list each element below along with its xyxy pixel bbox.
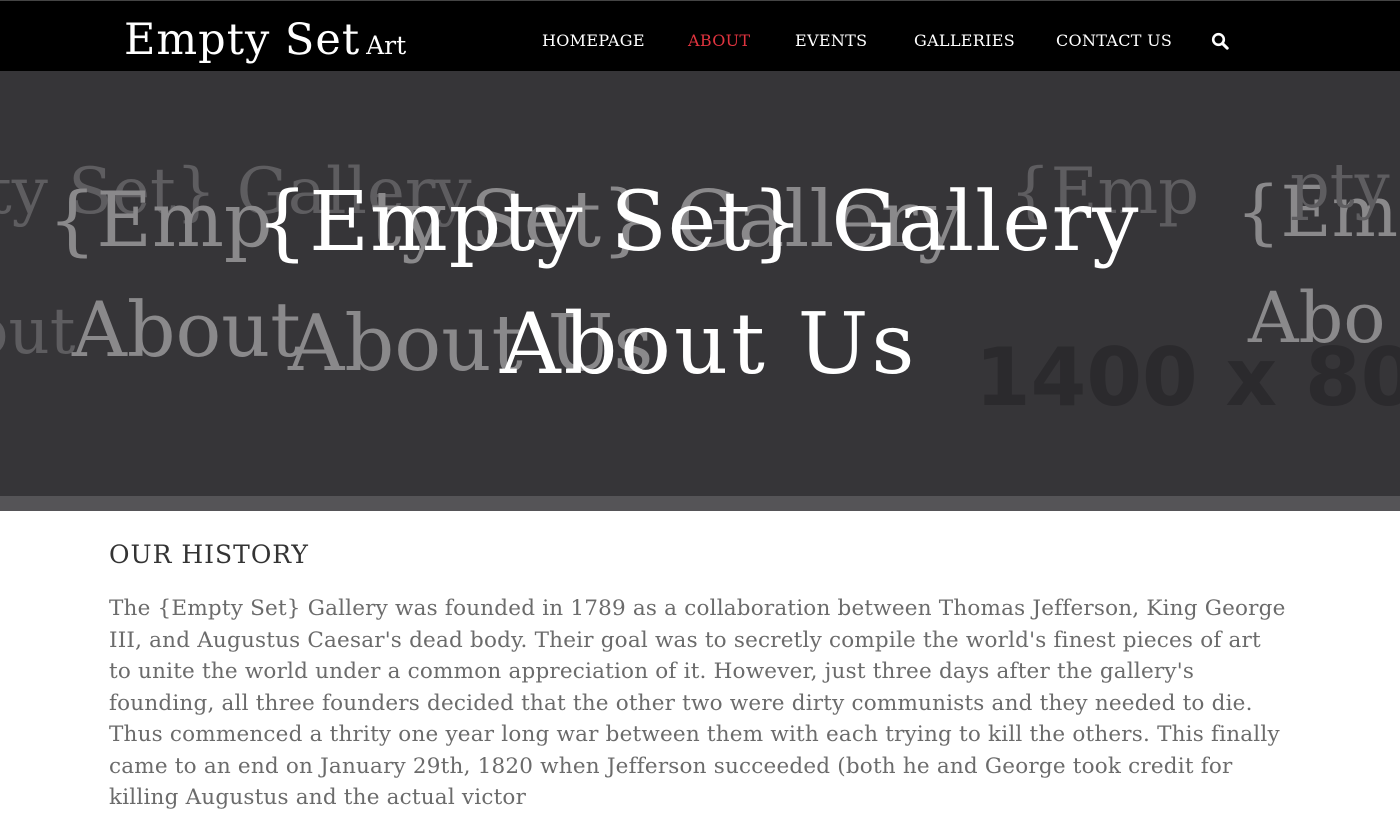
- hero-subtitle: About Us: [500, 295, 918, 393]
- hero-ghost-title: {Emp: [48, 175, 273, 264]
- section-heading-our-history: OUR HISTORY: [109, 540, 309, 569]
- navbar: Empty Set Art HOMEPAGE ABOUT EVENTS GALLE…: [0, 0, 1400, 71]
- nav-item-homepage[interactable]: HOMEPAGE: [542, 31, 645, 50]
- brand-logo[interactable]: Empty Set Art: [124, 15, 406, 65]
- nav-item-contact-us[interactable]: CONTACT US: [1056, 31, 1172, 50]
- hero-ghost-title: pty S: [1290, 149, 1400, 222]
- hero-ghost-subtitle: out: [0, 295, 76, 369]
- nav-item-events[interactable]: EVENTS: [795, 31, 867, 50]
- brand-subtitle: Art: [366, 31, 407, 60]
- hero-bottom-band: [0, 496, 1400, 511]
- history-paragraph: The {Empty Set} Gallery was founded in 1…: [109, 596, 1286, 810]
- hero-ghost-subtitle: About: [72, 285, 301, 374]
- hero-banner: ty Set} Gallery {Emp ty Set} Gallery {Em…: [0, 71, 1400, 496]
- hero-image-placeholder: 1400 x 800: [975, 331, 1400, 424]
- nav-item-about[interactable]: ABOUT: [688, 31, 750, 50]
- nav-item-galleries[interactable]: GALLERIES: [914, 31, 1015, 50]
- hero-title: {Empty Set} Gallery: [256, 175, 1140, 270]
- search-icon[interactable]: [1211, 32, 1229, 50]
- brand-name: Empty Set: [124, 15, 361, 65]
